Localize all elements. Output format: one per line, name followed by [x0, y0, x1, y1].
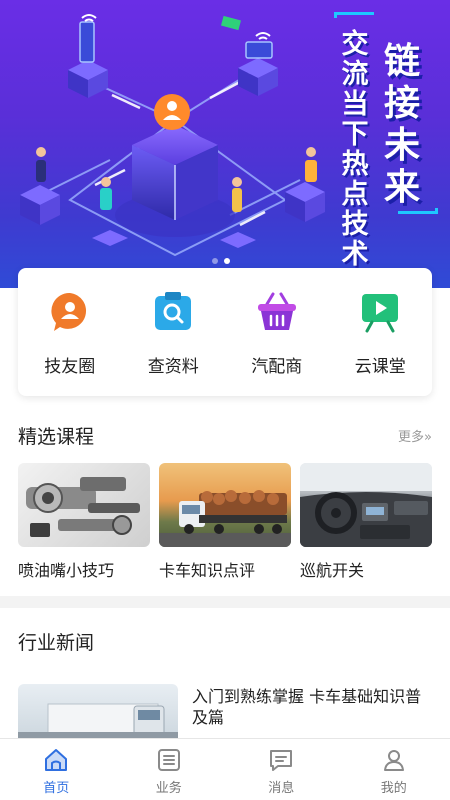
section-divider — [0, 596, 450, 608]
quick-item-label: 查资料 — [147, 357, 199, 377]
bottom-tab-bar: 首页 业务 消息 我的 — [0, 738, 450, 800]
user-icon — [383, 750, 404, 771]
course-caption: 喷油嘴小技巧 — [18, 561, 115, 580]
quick-item-cloud-class[interactable]: 云课堂 — [335, 290, 425, 396]
tab-home[interactable]: 首页 — [16, 739, 96, 800]
course-caption: 卡车知识点评 — [159, 561, 256, 580]
course-card[interactable]: 卡车知识点评 — [159, 463, 291, 581]
courses-title: 精选课程 — [18, 426, 95, 448]
tab-label: 我的 — [380, 781, 407, 796]
injector-parts-image — [18, 463, 150, 547]
banner[interactable]: 交流当下热点技术 链接未来 — [0, 0, 450, 288]
news-header: 行业新闻 — [18, 628, 432, 655]
pagination-dot[interactable] — [212, 258, 218, 264]
quick-item-label: 云课堂 — [354, 357, 406, 377]
video-board-icon — [362, 294, 399, 333]
tab-label: 业务 — [155, 781, 182, 796]
tab-messages[interactable]: 消息 — [241, 739, 321, 800]
quick-item-search-docs[interactable]: 查资料 — [128, 290, 218, 396]
pagination-dot-active[interactable] — [224, 258, 230, 264]
quick-item-tech-circle[interactable]: 技友圈 — [25, 290, 115, 396]
banner-slogan-secondary: 交流当下热点技术 — [341, 29, 369, 270]
list-icon — [157, 749, 180, 771]
course-card[interactable]: 巡航开关 — [300, 463, 432, 581]
course-list: 喷油嘴小技巧 卡车知识点评 巡航开关 — [18, 463, 432, 581]
truck-dashboard-image — [300, 463, 432, 547]
message-icon — [270, 750, 293, 771]
tab-business[interactable]: 业务 — [129, 739, 209, 800]
truck-logs-image — [159, 463, 291, 547]
courses-header: 精选课程 更多» — [18, 422, 432, 449]
home-icon — [45, 749, 68, 771]
course-caption: 巡航开关 — [300, 561, 365, 580]
banner-pagination[interactable] — [212, 258, 230, 264]
news-title: 行业新闻 — [18, 632, 95, 654]
search-doc-icon — [155, 292, 192, 330]
chat-user-icon — [51, 292, 86, 331]
quick-item-parts-dealer[interactable]: 汽配商 — [232, 290, 322, 396]
banner-slogan: 交流当下热点技术 链接未来 — [334, 12, 442, 270]
more-link[interactable]: 更多» — [398, 426, 432, 445]
tab-label: 首页 — [43, 781, 70, 796]
tab-profile[interactable]: 我的 — [354, 739, 434, 800]
banner-slogan-primary: 链接未来 — [383, 40, 420, 208]
course-card[interactable]: 喷油嘴小技巧 — [18, 463, 150, 581]
quick-menu: 技友圈 查资料 汽配商 云课堂 — [18, 268, 432, 396]
basket-icon — [257, 292, 296, 330]
news-item[interactable]: 入门到熟练掌握 卡车基础知识普及篇 — [18, 684, 432, 746]
tab-label: 消息 — [268, 781, 295, 796]
truck-news-image — [18, 684, 178, 746]
quick-item-label: 技友圈 — [44, 357, 96, 377]
quick-item-label: 汽配商 — [251, 357, 303, 377]
news-headline: 入门到熟练掌握 卡车基础知识普及篇 — [192, 687, 422, 727]
